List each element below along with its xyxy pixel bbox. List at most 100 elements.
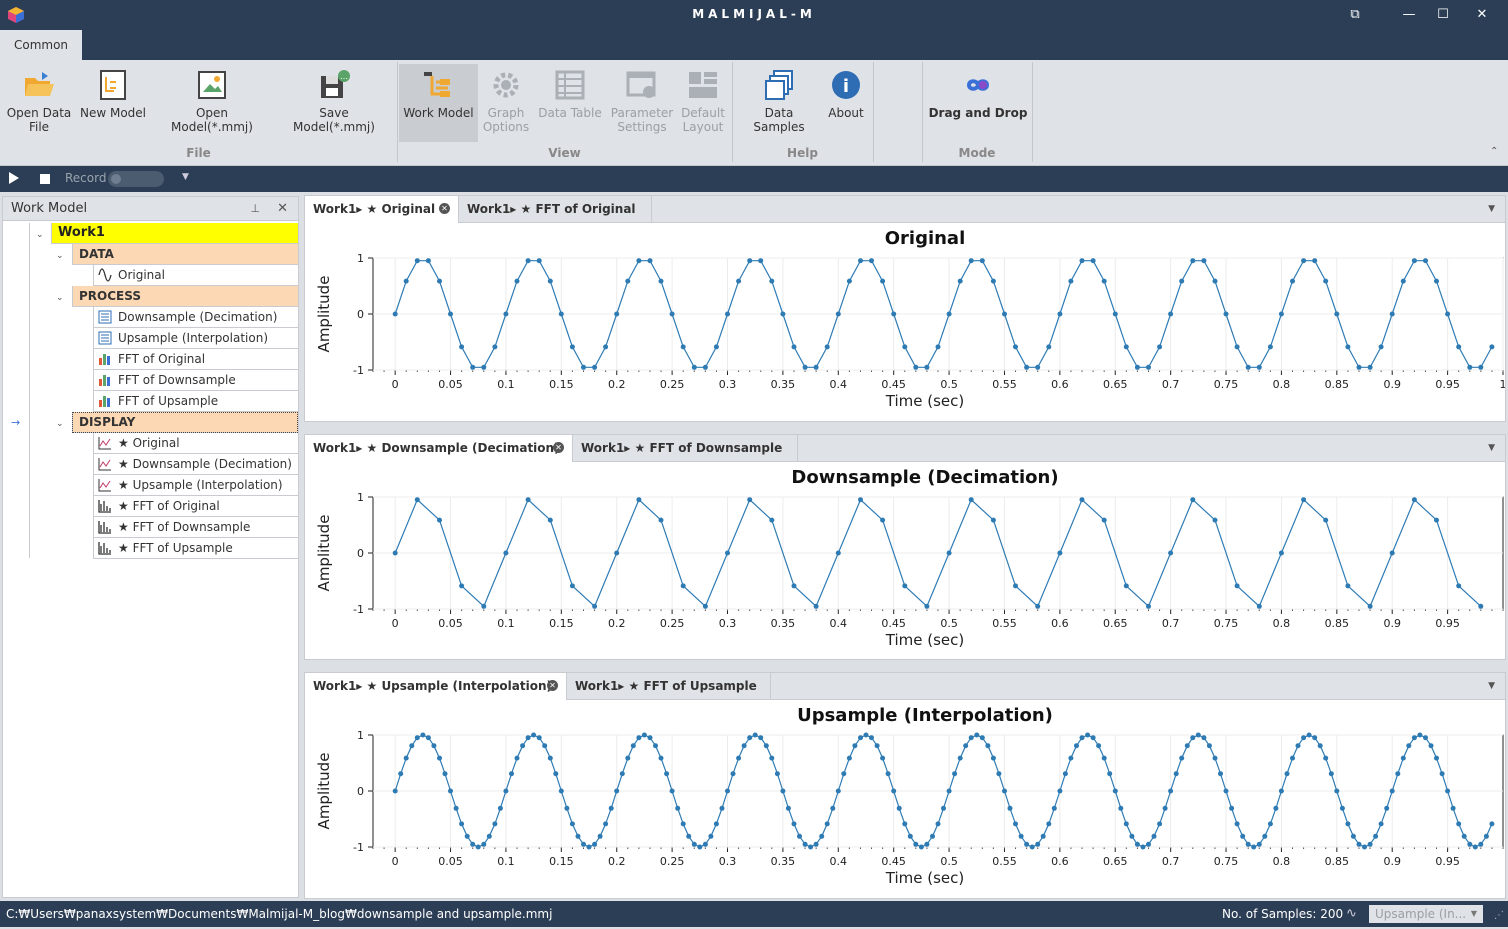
- close-tab-icon[interactable]: ✕: [439, 203, 450, 214]
- tree-item-display-fft-downsample[interactable]: ★ FFT of Downsample: [93, 517, 298, 538]
- data-point: [1035, 841, 1041, 847]
- tree-item-original[interactable]: Original: [93, 265, 298, 286]
- tree-item-display-fft-original[interactable]: ★ FFT of Original: [93, 496, 298, 517]
- tree-item-display-upsample[interactable]: ★ Upsample (Interpolation): [93, 475, 298, 496]
- data-point: [968, 258, 974, 264]
- tree-item-fft-original[interactable]: FFT of Original: [93, 349, 298, 370]
- data-point: [824, 821, 830, 827]
- tab-downsample[interactable]: Work1▸ ★ Downsample (Decimation) ✕: [305, 435, 573, 462]
- tab-original[interactable]: Work1▸ ★ Original ✕: [305, 196, 459, 223]
- data-point: [1234, 821, 1240, 827]
- gear-icon: [493, 72, 519, 98]
- tree-item-upsample[interactable]: Upsample (Interpolation): [93, 328, 298, 349]
- data-point: [492, 344, 498, 350]
- x-tick-label: 0.4: [830, 617, 848, 630]
- x-tick-label: 0.85: [1325, 855, 1350, 868]
- data-point: [1389, 550, 1395, 556]
- data-point: [1218, 771, 1223, 777]
- data-samples-button[interactable]: Data Samples: [738, 64, 820, 144]
- data-point: [1245, 364, 1251, 370]
- pin-icon[interactable]: ⊥: [250, 197, 260, 221]
- save-model-button[interactable]: … Save Model(*.mmj): [278, 64, 390, 144]
- tab-label: Work1▸ ★ FFT of Original: [467, 202, 636, 216]
- play-icon[interactable]: [9, 172, 19, 184]
- data-point: [1378, 821, 1384, 827]
- close-tab-icon[interactable]: ✕: [553, 442, 564, 453]
- x-tick-label: 0.25: [660, 378, 685, 391]
- expand-process-icon[interactable]: ⌄: [56, 293, 64, 303]
- x-tick-label: 0.5: [940, 617, 958, 630]
- x-tick-label: 0.95: [1435, 617, 1460, 630]
- close-tab-icon[interactable]: ✕: [547, 680, 558, 691]
- data-point: [758, 258, 764, 264]
- drag-and-drop-button[interactable]: Drag and Drop: [926, 64, 1030, 144]
- tree-item-fft-upsample[interactable]: FFT of Upsample: [93, 391, 298, 412]
- x-tick-label: 0.1: [497, 617, 515, 630]
- series-combo[interactable]: Upsample (In... ▼: [1369, 905, 1483, 923]
- data-point: [503, 788, 509, 794]
- about-button[interactable]: i About: [824, 64, 868, 144]
- data-point: [946, 788, 952, 794]
- data-point: [1406, 743, 1412, 749]
- close-button[interactable]: ✕: [1470, 5, 1494, 25]
- parameter-settings-button[interactable]: Parameter Settings: [610, 64, 674, 144]
- data-point: [1312, 258, 1318, 264]
- collapse-ribbon-icon[interactable]: ⌃: [1490, 146, 1498, 157]
- tree-category-data[interactable]: DATA: [72, 244, 298, 265]
- tree-item-display-original[interactable]: ★ Original: [93, 433, 298, 454]
- data-point: [996, 771, 1002, 777]
- tab-fft-upsample[interactable]: Work1▸ ★ FFT of Upsample: [567, 673, 771, 700]
- chart-original: Original 0 0.05 0.1 0.15 0.2 0.25 0.3 0.35 0.4 0.4…: [315, 228, 1505, 410]
- tab-fft-downsample[interactable]: Work1▸ ★ FFT of Downsample: [573, 435, 798, 462]
- minimize-button[interactable]: —: [1397, 5, 1421, 25]
- work-model-button[interactable]: Work Model: [399, 64, 478, 142]
- data-point: [414, 735, 420, 741]
- data-point: [581, 364, 586, 370]
- y-tick-label: 1: [357, 729, 364, 742]
- data-point: [1434, 517, 1439, 523]
- maximize-button[interactable]: ☐: [1431, 5, 1455, 25]
- tree-item-display-downsample[interactable]: ★ Downsample (Decimation): [93, 454, 298, 475]
- tree-item-fft-downsample[interactable]: FFT of Downsample: [93, 370, 298, 391]
- tree-node-work1[interactable]: Work1: [51, 223, 298, 244]
- data-point: [536, 735, 542, 741]
- record-dropdown-icon[interactable]: ▼: [182, 172, 189, 182]
- data-table-button[interactable]: Data Table: [536, 64, 604, 144]
- tree-item-downsample[interactable]: Downsample (Decimation): [93, 307, 298, 328]
- combo-dropdown-icon[interactable]: ▼: [1471, 905, 1477, 923]
- open-data-file-label: Open Data File: [6, 106, 72, 134]
- expand-work1-icon[interactable]: ⌄: [36, 230, 44, 240]
- open-model-button[interactable]: Open Model(*.mmj): [154, 64, 270, 144]
- open-data-file-button[interactable]: Open Data File: [4, 64, 74, 144]
- data-point: [1345, 344, 1351, 350]
- expand-data-icon[interactable]: ⌄: [56, 251, 64, 261]
- data-point: [420, 732, 426, 738]
- record-toggle[interactable]: [108, 171, 164, 187]
- tree-item-display-fft-upsample[interactable]: ★ FFT of Upsample: [93, 538, 298, 559]
- data-point: [625, 755, 631, 761]
- close-panel-icon[interactable]: ✕: [277, 197, 288, 221]
- expand-display-icon[interactable]: ⌄: [56, 419, 64, 429]
- stop-icon[interactable]: [40, 174, 50, 184]
- tab-fft-original[interactable]: Work1▸ ★ FFT of Original: [459, 196, 652, 223]
- pane-menu-icon[interactable]: ▼: [1488, 681, 1495, 691]
- data-point: [647, 258, 653, 264]
- data-point: [431, 743, 437, 749]
- graph-options-button[interactable]: Graph Options: [480, 64, 532, 144]
- data-point: [653, 743, 658, 749]
- data-point: [713, 344, 719, 350]
- tab-upsample[interactable]: Work1▸ ★ Upsample (Interpolation) ✕: [305, 673, 567, 700]
- data-point: [852, 743, 858, 749]
- data-point: [1040, 833, 1046, 839]
- default-layout-button[interactable]: Default Layout: [678, 64, 728, 144]
- data-point: [1445, 788, 1451, 794]
- pane-menu-icon[interactable]: ▼: [1488, 443, 1495, 453]
- tree-category-display[interactable]: DISPLAY: [72, 412, 298, 433]
- tab-common[interactable]: Common: [0, 30, 82, 60]
- pane-menu-icon[interactable]: ▼: [1488, 204, 1495, 214]
- data-point: [525, 497, 531, 503]
- restore-layout-icon[interactable]: ⧉: [1343, 5, 1367, 25]
- tree-category-process[interactable]: PROCESS: [72, 286, 298, 307]
- data-point: [1301, 258, 1307, 264]
- new-model-button[interactable]: New Model: [78, 64, 148, 144]
